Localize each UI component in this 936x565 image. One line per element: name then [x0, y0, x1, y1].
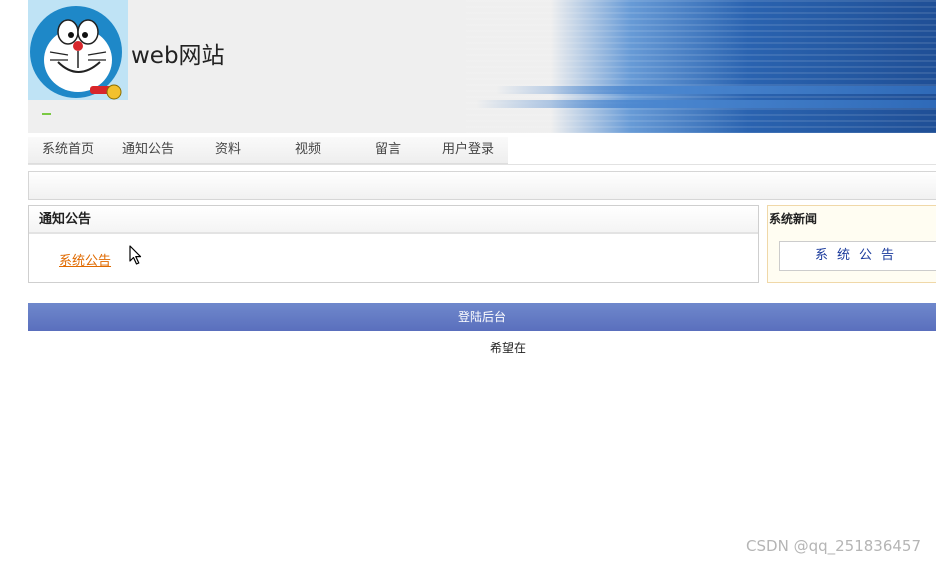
nav-item-home[interactable]: 系统首页 — [28, 137, 108, 163]
header-dash-mark — [42, 113, 51, 115]
site-header: web网站 — [28, 0, 936, 133]
nav-item-materials[interactable]: 资料 — [188, 137, 268, 163]
notice-panel: 通知公告 系统公告 — [28, 205, 759, 283]
watermark: CSDN @qq_251836457 — [746, 537, 921, 555]
mouse-cursor-icon — [129, 245, 143, 270]
nav-item-notices[interactable]: 通知公告 — [108, 137, 188, 163]
news-item-link[interactable]: 系统公告 — [779, 241, 936, 271]
news-panel: 系统新闻 系统公告 — [767, 205, 936, 283]
nav-item-login[interactable]: 用户登录 — [428, 137, 508, 163]
header-banner-graphic — [466, 0, 936, 133]
admin-login-bar[interactable]: 登陆后台 — [28, 303, 936, 331]
header-streak — [496, 86, 936, 94]
nav-item-messages[interactable]: 留言 — [348, 137, 428, 163]
doraemon-logo-icon — [28, 0, 128, 100]
news-panel-title: 系统新闻 — [769, 212, 818, 226]
footer-text: 希望在 — [489, 341, 526, 355]
nav-item-videos[interactable]: 视频 — [268, 137, 348, 163]
header-streak — [476, 100, 936, 108]
notice-link[interactable]: 系统公告 — [59, 250, 111, 269]
notice-panel-title: 通知公告 — [29, 206, 758, 234]
sub-toolbar — [28, 171, 936, 200]
main-nav-bar: 系统首页 通知公告 资料 视频 留言 用户登录 — [28, 137, 508, 164]
main-nav: 系统首页 通知公告 资料 视频 留言 用户登录 — [28, 137, 936, 165]
site-title: web网站 — [131, 43, 225, 69]
